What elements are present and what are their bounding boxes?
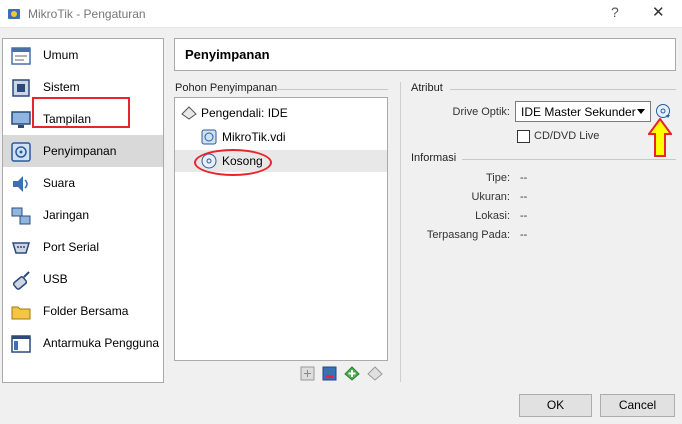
storage-disk-icon bbox=[11, 142, 31, 162]
choose-disc-icon[interactable] bbox=[655, 103, 671, 119]
storage-tree-label: Pohon Penyimpanan bbox=[175, 82, 278, 94]
serial-port-icon bbox=[11, 242, 31, 254]
title-bar: MikroTik - Pengaturan ? ✕ bbox=[0, 0, 682, 28]
hard-disk-icon bbox=[201, 129, 217, 145]
sidebar-item-label: Suara bbox=[43, 176, 76, 190]
window-title: MikroTik - Pengaturan bbox=[28, 7, 146, 21]
sidebar-item-jaringan[interactable]: Jaringan bbox=[3, 199, 163, 231]
cancel-button[interactable]: Cancel bbox=[600, 394, 675, 417]
sidebar-item-label: Umum bbox=[43, 48, 79, 62]
sidebar-item-label: Port Serial bbox=[43, 240, 100, 254]
sidebar-item-folder-bersama[interactable]: Folder Bersama bbox=[3, 295, 163, 327]
sidebar-item-usb[interactable]: USB bbox=[3, 263, 163, 295]
group-divider bbox=[462, 159, 676, 160]
virtualbox-app-icon bbox=[8, 9, 20, 19]
tree-item-label: MikroTik.vdi bbox=[222, 130, 286, 144]
sidebar-item-label: Antarmuka Pengguna bbox=[43, 336, 160, 350]
sidebar-item-label: USB bbox=[43, 272, 68, 286]
section-header: Penyimpanan bbox=[174, 38, 676, 71]
group-divider bbox=[276, 89, 388, 90]
tree-controller-ide[interactable]: Pengendali: IDE bbox=[175, 102, 387, 124]
info-size-value: -- bbox=[520, 191, 528, 203]
page-title: Penyimpanan bbox=[185, 47, 270, 62]
sidebar-item-label: Sistem bbox=[43, 80, 80, 94]
info-location-label: Lokasi: bbox=[475, 210, 510, 222]
info-attached-value: -- bbox=[520, 229, 528, 241]
shared-folder-icon bbox=[11, 306, 31, 320]
chevron-down-icon bbox=[637, 109, 645, 114]
network-icon bbox=[11, 207, 31, 225]
vertical-divider bbox=[400, 82, 401, 382]
general-icon bbox=[11, 47, 31, 65]
information-label: Informasi bbox=[411, 152, 457, 164]
sidebar-item-label: Folder Bersama bbox=[43, 304, 129, 318]
close-button[interactable]: ✕ bbox=[652, 3, 665, 21]
highlight-annotation-box bbox=[32, 97, 130, 128]
storage-tree[interactable]: Pengendali: IDE MikroTik.vdi Kosong bbox=[174, 97, 388, 361]
remove-attachment-icon[interactable] bbox=[367, 365, 384, 382]
sidebar-item-umum[interactable]: Umum bbox=[3, 39, 163, 71]
arrow-up-annotation-icon bbox=[648, 118, 672, 157]
tree-device-mikrotik-vdi[interactable]: MikroTik.vdi bbox=[175, 126, 387, 148]
help-button[interactable]: ? bbox=[611, 4, 619, 20]
ok-button[interactable]: OK bbox=[519, 394, 592, 417]
tree-item-label: Pengendali: IDE bbox=[201, 106, 288, 120]
add-attachment-icon[interactable] bbox=[344, 365, 361, 382]
remove-controller-icon[interactable] bbox=[321, 365, 338, 382]
usb-icon bbox=[12, 271, 30, 290]
info-type-label: Tipe: bbox=[485, 172, 510, 184]
sidebar-item-suara[interactable]: Suara bbox=[3, 167, 163, 199]
system-chip-icon bbox=[12, 79, 30, 97]
info-attached-label: Terpasang Pada: bbox=[426, 229, 510, 241]
optical-drive-label: Drive Optik: bbox=[452, 106, 510, 118]
user-interface-icon bbox=[11, 335, 31, 353]
display-monitor-icon bbox=[11, 111, 31, 128]
optical-drive-value: IDE Master Sekunder bbox=[521, 105, 636, 119]
sidebar-item-antarmuka-pengguna[interactable]: Antarmuka Pengguna bbox=[3, 327, 163, 359]
sidebar-item-label: Penyimpanan bbox=[43, 144, 117, 158]
speaker-icon bbox=[13, 176, 28, 192]
info-type-value: -- bbox=[520, 172, 528, 184]
settings-sidebar: Umum Sistem Tampilan Penyimpanan Suara J… bbox=[2, 38, 164, 383]
live-cd-checkbox[interactable] bbox=[517, 130, 530, 143]
info-location-value: -- bbox=[520, 210, 528, 222]
info-size-label: Ukuran: bbox=[471, 191, 510, 203]
optical-drive-select[interactable]: IDE Master Sekunder bbox=[515, 101, 651, 122]
ide-controller-icon bbox=[181, 106, 197, 120]
group-divider bbox=[450, 89, 676, 90]
sidebar-item-label: Jaringan bbox=[43, 208, 90, 222]
add-controller-icon[interactable] bbox=[299, 365, 316, 382]
live-cd-label: CD/DVD Live bbox=[534, 130, 600, 142]
sidebar-item-port-serial[interactable]: Port Serial bbox=[3, 231, 163, 263]
highlight-annotation-ellipse bbox=[194, 149, 272, 176]
attributes-label: Atribut bbox=[411, 82, 443, 94]
sidebar-item-penyimpanan[interactable]: Penyimpanan bbox=[3, 135, 163, 167]
